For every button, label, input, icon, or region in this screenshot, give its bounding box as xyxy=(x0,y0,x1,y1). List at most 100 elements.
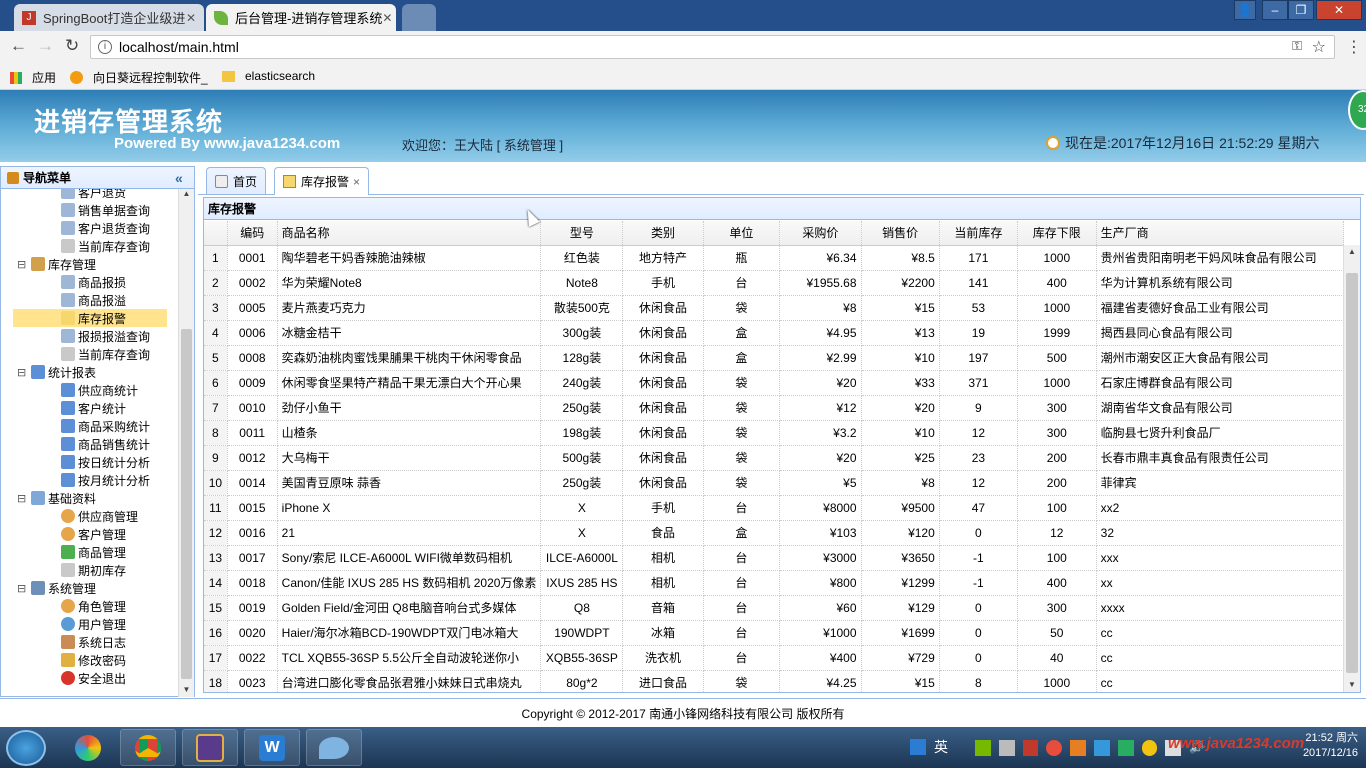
reload-icon[interactable]: ↻ xyxy=(65,36,79,56)
extension-badge[interactable]: 32 xyxy=(1348,90,1366,130)
sidebar-item[interactable]: ⊟ 系统管理 xyxy=(17,579,96,597)
table-row[interactable]: 10 0014 美国青豆原味 蒜香 250g装 休闲食品袋 ¥5 ¥8 12 200 菲律宾 xyxy=(204,470,1344,496)
key-icon[interactable]: ⚿ xyxy=(1292,38,1302,54)
sidebar-item[interactable]: 系统日志 xyxy=(61,633,126,651)
sidebar-scrollbar[interactable]: ▲ ▼ xyxy=(178,189,194,697)
table-row[interactable]: 9 0012 大乌梅干 500g装 休闲食品袋 ¥20 ¥25 23 200 长春市鼎丰真食品有限… xyxy=(204,445,1344,471)
table-row[interactable]: 2 0002 华为荣耀Note8 Note8 手机台 ¥1955.68 ¥2200 141 40… xyxy=(204,270,1344,296)
table-row[interactable]: 3 0005 麦片燕麦巧克力 散装500克 休闲食品袋 ¥8 ¥15 53 1000 福建省麦德好… xyxy=(204,295,1344,321)
collapse-toggle-icon[interactable]: ⊟ xyxy=(17,258,29,271)
table-row[interactable]: 14 0018 Canon/佳能 IXUS 285 HS 数码相机 2020万像素 I… xyxy=(204,570,1344,596)
table-row[interactable]: 7 0010 劲仔小鱼干 250g装 休闲食品袋 ¥12 ¥20 9 300 湖南省华文食品有限公… xyxy=(204,395,1344,421)
sidebar-item[interactable]: 客户管理 xyxy=(61,525,126,543)
column-header[interactable]: 编码 xyxy=(227,221,278,246)
bookmark-apps[interactable]: 应用 xyxy=(10,69,56,86)
close-window-button[interactable]: ✕ xyxy=(1316,0,1362,20)
collapse-toggle-icon[interactable]: ⊟ xyxy=(17,492,29,505)
bookmark-sunlogin[interactable]: 向日葵远程控制软件_ xyxy=(70,69,208,86)
column-header[interactable]: 当前库存 xyxy=(939,221,1018,246)
bookmark-elasticsearch[interactable]: elasticsearch xyxy=(222,69,315,83)
scroll-thumb[interactable] xyxy=(181,329,192,679)
sidebar-item[interactable]: 当前库存查询 xyxy=(61,345,150,363)
table-row[interactable]: 17 0022 TCL XQB55-36SP 5.5公斤全自动波轮迷你小 XQB55-… xyxy=(204,645,1344,671)
close-tab-icon[interactable]: × xyxy=(353,175,360,189)
sidebar-item[interactable]: 客户统计 xyxy=(61,399,126,417)
sidebar-item[interactable]: 客户退货查询 xyxy=(61,219,150,237)
close-tab-icon[interactable]: ✕ xyxy=(382,11,392,25)
back-icon[interactable]: ← xyxy=(10,36,27,56)
taskbar-ide-icon[interactable] xyxy=(182,729,238,766)
sidebar-item[interactable]: 商品采购统计 xyxy=(61,417,150,435)
restore-button[interactable]: ❐ xyxy=(1288,0,1314,20)
tab-home[interactable]: 首页 xyxy=(206,167,267,194)
sidebar-item[interactable]: 当前库存查询 xyxy=(61,237,150,255)
minimize-button[interactable]: – xyxy=(1262,0,1288,20)
sidebar-item[interactable]: 按月统计分析 xyxy=(61,471,150,489)
tray-app-icon[interactable] xyxy=(1141,740,1158,756)
tray-app-icon[interactable] xyxy=(998,740,1015,756)
table-row[interactable]: 4 0006 冰糖金桔干 300g装 休闲食品盒 ¥4.95 ¥13 19 1999 揭西县同心食… xyxy=(204,320,1344,346)
new-tab-button[interactable] xyxy=(402,4,436,31)
scroll-up-arrow[interactable]: ▲ xyxy=(1344,245,1360,259)
taskbar-word-icon[interactable]: W xyxy=(244,729,300,766)
menu-icon[interactable]: ⋮ xyxy=(1346,37,1362,57)
table-row[interactable]: 13 0017 Sony/索尼 ILCE-A6000L WIFI微单数码相机 ILCE… xyxy=(204,545,1344,571)
nvidia-icon[interactable] xyxy=(975,740,991,756)
sidebar-item[interactable]: 商品报溢 xyxy=(61,291,126,309)
sidebar-item[interactable]: 用户管理 xyxy=(61,615,126,633)
sidebar-item[interactable]: ⊟ 统计报表 xyxy=(17,363,96,381)
sidebar-item[interactable]: 库存报警 xyxy=(13,309,167,327)
sidebar-item[interactable]: 角色管理 xyxy=(61,597,126,615)
column-header[interactable]: 采购价 xyxy=(779,221,862,246)
collapse-icon[interactable]: « xyxy=(175,170,183,186)
sidebar-item[interactable]: 安全退出 xyxy=(61,669,126,687)
tab-inventory-alarm[interactable]: 库存报警 × xyxy=(274,167,370,195)
table-row[interactable]: 15 0019 Golden Field/金河田 Q8电脑音响台式多媒体 Q8 音箱台 ¥… xyxy=(204,595,1344,621)
table-row[interactable]: 5 0008 奕森奶油桃肉蜜饯果脯果干桃肉干休闲零食品 128g装 休闲食品盒 ¥2.99… xyxy=(204,345,1344,371)
column-header[interactable]: 单位 xyxy=(703,221,781,246)
tray-app-icon[interactable] xyxy=(1046,740,1063,756)
collapse-toggle-icon[interactable]: ⊟ xyxy=(17,582,29,595)
table-row[interactable]: 6 0009 休闲零食坚果特产精品干果无漂白大个开心果 240g装 休闲食品袋 ¥20 ¥3… xyxy=(204,370,1344,396)
user-icon[interactable]: 👤 xyxy=(1234,0,1256,20)
table-row[interactable]: 1 0001 陶华碧老干妈香辣脆油辣椒 红色装 地方特产瓶 ¥6.34 ¥8.5 171 100… xyxy=(204,245,1344,271)
sidebar-item[interactable]: 销售单据查询 xyxy=(61,201,150,219)
column-header[interactable]: 商品名称 xyxy=(277,221,542,246)
start-button[interactable] xyxy=(6,730,46,766)
forward-icon[interactable]: → xyxy=(37,36,54,56)
table-row[interactable]: 18 0023 台湾进口膨化零食品张君雅小妹妹日式串烧丸 80g*2 进口食品袋 ¥4.2… xyxy=(204,670,1344,692)
taskbar-photos-icon[interactable] xyxy=(60,729,116,766)
table-row[interactable]: 12 0016 21 X 食品盒 ¥103 ¥120 0 12 32 xyxy=(204,520,1344,546)
column-header[interactable]: 销售价 xyxy=(861,221,940,246)
column-header[interactable]: 型号 xyxy=(540,221,624,246)
column-header[interactable]: 库存下限 xyxy=(1017,221,1097,246)
tray-app-icon[interactable] xyxy=(1022,740,1039,756)
browser-tab-2[interactable]: 后台管理-进销存管理系统 ✕ xyxy=(206,4,396,31)
sidebar-item[interactable]: ⊟ 基础资料 xyxy=(17,489,96,507)
sidebar-item[interactable]: 报损报溢查询 xyxy=(61,327,150,345)
scroll-thumb[interactable] xyxy=(1346,273,1358,673)
address-bar[interactable]: i localhost/main.html ⚿ ☆ xyxy=(90,35,1335,59)
system-clock[interactable]: 21:52 周六 2017/12/16 xyxy=(1258,731,1358,761)
sidebar-item[interactable]: 期初库存 xyxy=(61,561,126,579)
collapse-toggle-icon[interactable]: ⊟ xyxy=(17,366,29,379)
table-row[interactable]: 8 0011 山楂条 198g装 休闲食品袋 ¥3.2 ¥10 12 300 临朐县七贤升利食品厂 xyxy=(204,420,1344,446)
tray-app-icon[interactable] xyxy=(1070,740,1086,756)
browser-tab-1[interactable]: J SpringBoot打造企业级进 ✕ xyxy=(14,4,204,31)
star-icon[interactable]: ☆ xyxy=(1312,37,1326,57)
table-scrollbar[interactable]: ▲ ▼ xyxy=(1343,245,1360,692)
shield-icon[interactable] xyxy=(1117,740,1134,756)
close-tab-icon[interactable]: ✕ xyxy=(186,11,196,25)
tray-app-icon[interactable] xyxy=(1093,740,1110,756)
table-row[interactable]: 11 0015 iPhone X X 手机台 ¥8000 ¥9500 47 100 xx2 xyxy=(204,495,1344,521)
sidebar-item[interactable]: 商品销售统计 xyxy=(61,435,150,453)
ime-indicator[interactable]: 英 xyxy=(910,737,948,757)
taskbar-dolphin-icon[interactable] xyxy=(306,729,362,766)
scroll-down-arrow[interactable]: ▼ xyxy=(1344,678,1360,692)
sidebar-item[interactable]: 按日统计分析 xyxy=(61,453,150,471)
sidebar-item[interactable]: 供应商统计 xyxy=(61,381,138,399)
sidebar-item[interactable]: 修改密码 xyxy=(61,651,126,669)
sidebar-item[interactable]: 客户退货 xyxy=(61,189,126,201)
table-row[interactable]: 16 0020 Haier/海尔冰箱BCD-190WDPT双门电冰箱大 190WDPT… xyxy=(204,620,1344,646)
sidebar-item[interactable]: 商品管理 xyxy=(61,543,126,561)
